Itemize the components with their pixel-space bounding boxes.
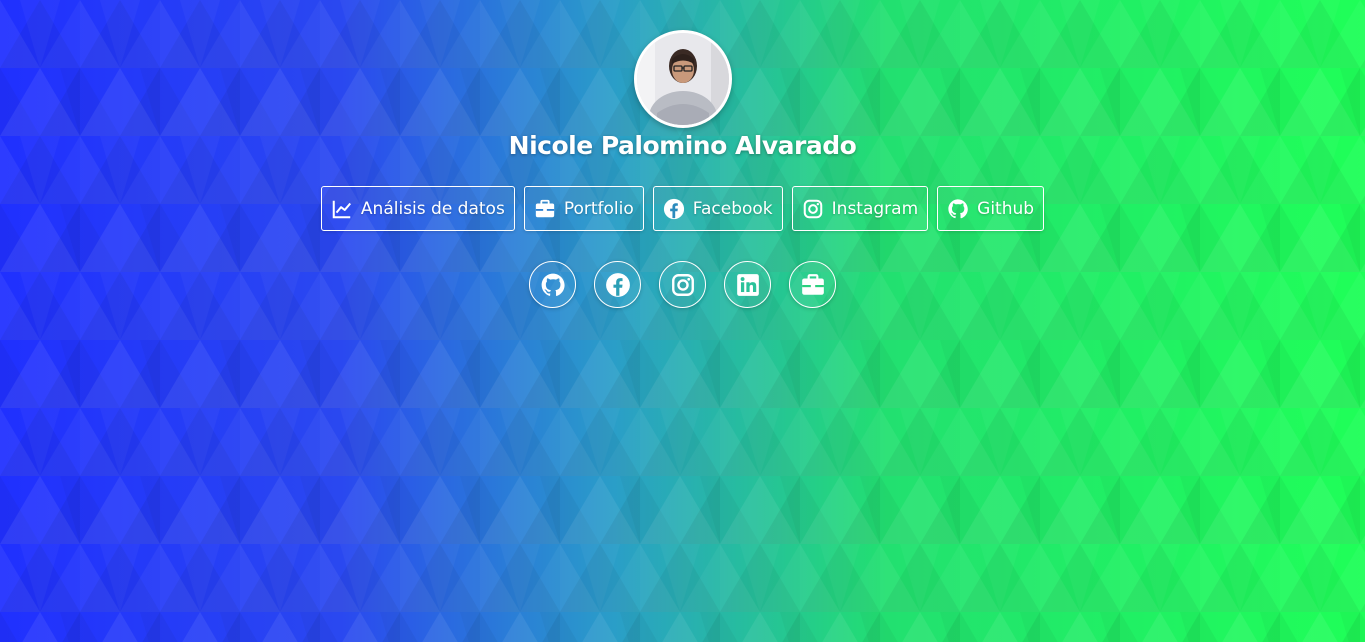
instagram-icon (671, 273, 694, 296)
portfolio-button[interactable]: Portfolio (523, 186, 644, 231)
social-portfolio-button[interactable] (789, 261, 836, 308)
briefcase-icon (801, 273, 824, 295)
github-icon (541, 273, 565, 296)
github-icon (947, 198, 969, 220)
instagram-icon (802, 198, 824, 220)
analisis-de-datos-button[interactable]: Análisis de datos (320, 186, 515, 231)
profile-name: Nicole Palomino Alvarado (508, 131, 857, 160)
facebook-button[interactable]: Facebook (652, 186, 783, 231)
social-linkedin-button[interactable] (724, 261, 771, 308)
facebook-icon (605, 272, 630, 297)
chart-line-icon (331, 198, 353, 220)
briefcase-icon (534, 198, 556, 220)
github-label: Github (977, 198, 1035, 219)
link-buttons: Análisis de datos Portfolio Facebook Ins… (0, 186, 1365, 231)
facebook-label: Facebook (692, 198, 773, 219)
github-button[interactable]: Github (937, 186, 1045, 231)
profile-photo (637, 33, 729, 125)
facebook-icon (663, 198, 685, 220)
instagram-label: Instagram (831, 198, 919, 219)
avatar (634, 30, 732, 128)
social-facebook-button[interactable] (594, 261, 641, 308)
linkedin-icon (736, 273, 759, 296)
social-github-button[interactable] (529, 261, 576, 308)
analisis-de-datos-label: Análisis de datos (360, 198, 505, 219)
social-icons (0, 261, 1365, 308)
instagram-button[interactable]: Instagram (791, 186, 929, 231)
portfolio-label: Portfolio (563, 198, 634, 219)
social-instagram-button[interactable] (659, 261, 706, 308)
